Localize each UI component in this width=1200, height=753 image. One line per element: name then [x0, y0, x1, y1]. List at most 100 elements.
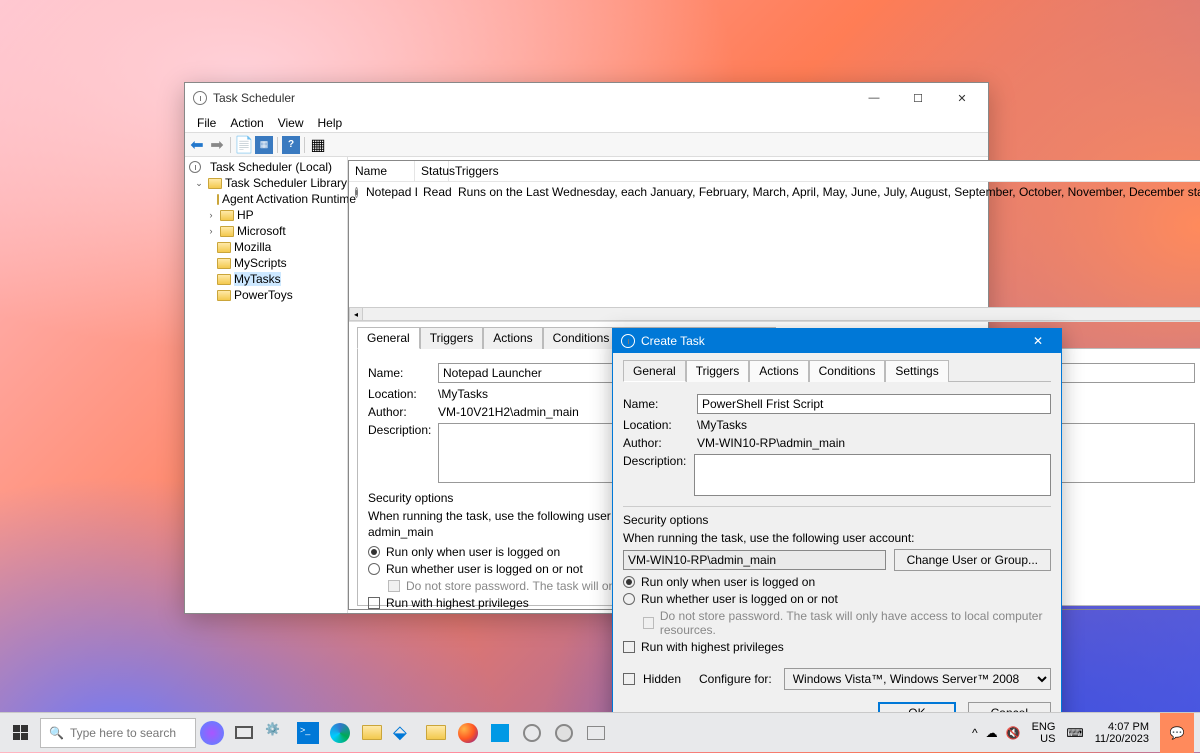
name-label: Name:: [368, 366, 430, 380]
dlg-name-label: Name:: [623, 397, 689, 411]
task-list[interactable]: Name Status Triggers Notepad La... Ready…: [349, 161, 1200, 321]
col-name[interactable]: Name: [349, 161, 415, 181]
menubar: File Action View Help: [185, 113, 988, 133]
dlg-description-label: Description:: [623, 454, 686, 468]
help-icon[interactable]: ?: [282, 136, 300, 154]
explorer-icon[interactable]: [356, 713, 388, 753]
search-input[interactable]: 🔍 Type here to search: [40, 718, 196, 748]
notification-icon[interactable]: 💬: [1160, 713, 1194, 753]
dlg-check-hidden[interactable]: [623, 673, 635, 685]
horizontal-scrollbar[interactable]: ◂▸: [349, 307, 1200, 321]
tree-folder[interactable]: Agent Activation Runtime: [185, 191, 347, 207]
dlg-tab-conditions[interactable]: Conditions: [809, 360, 886, 382]
col-triggers[interactable]: Triggers: [449, 161, 1200, 181]
dlg-configure-label: Configure for:: [699, 672, 772, 686]
tab-actions[interactable]: Actions: [483, 327, 542, 349]
tree-folder[interactable]: MyScripts: [185, 255, 347, 271]
taskbar[interactable]: 🔍 Type here to search ⚙️ >_ ⬙ ^ ☁ 🔇 ENGU…: [0, 712, 1200, 752]
onedrive-icon[interactable]: ☁: [986, 726, 998, 740]
folder-icon[interactable]: [420, 713, 452, 753]
dlg-tab-actions[interactable]: Actions: [749, 360, 808, 382]
create-task-dialog: Create Task ✕ General Triggers Actions C…: [612, 328, 1062, 735]
dialog-tabs: General Triggers Actions Conditions Sett…: [623, 359, 1051, 382]
forward-icon[interactable]: ➡: [208, 136, 226, 154]
back-icon[interactable]: ⬅: [188, 136, 206, 154]
author-label: Author:: [368, 405, 430, 419]
toolbar: ⬅ ➡ 📄 ▦ ? ▦: [185, 133, 988, 157]
dlg-tab-triggers[interactable]: Triggers: [686, 360, 750, 382]
clock[interactable]: 4:07 PM11/20/2023: [1092, 721, 1152, 745]
dlg-security-header: Security options: [623, 513, 1051, 527]
task-view-icon[interactable]: [228, 713, 260, 753]
tree-pane[interactable]: Task Scheduler (Local) ⌄Task Scheduler L…: [185, 157, 348, 613]
minimize-button[interactable]: —: [852, 83, 896, 113]
dialog-title: Create Task: [641, 334, 705, 348]
dlg-running-text: When running the task, use the following…: [623, 531, 1051, 545]
language-indicator[interactable]: ENGUS: [1029, 721, 1059, 745]
extra-icon[interactable]: ▦: [309, 136, 327, 154]
list-header[interactable]: Name Status Triggers: [349, 161, 1200, 182]
dialog-icon: [621, 334, 635, 348]
description-label: Description:: [368, 423, 430, 437]
dlg-radio-logged-on-or-not[interactable]: Run whether user is logged on or not: [623, 592, 1051, 606]
dlg-author-label: Author:: [623, 436, 689, 450]
window-title: Task Scheduler: [213, 91, 295, 105]
dlg-check-no-store: Do not store password. The task will onl…: [623, 609, 1051, 637]
tree-root[interactable]: Task Scheduler (Local): [185, 159, 347, 175]
dlg-tab-settings[interactable]: Settings: [885, 360, 948, 382]
dlg-check-highest[interactable]: Run with highest privileges: [623, 640, 1051, 654]
system-tray[interactable]: ^ ☁ 🔇 ENGUS ⌨ 4:07 PM11/20/2023 💬: [972, 713, 1200, 753]
terminal-icon[interactable]: >_: [292, 713, 324, 753]
scheduler-icon[interactable]: [548, 713, 580, 753]
menu-help[interactable]: Help: [312, 114, 349, 132]
start-button[interactable]: [0, 713, 40, 753]
dlg-location-value: \MyTasks: [697, 418, 747, 432]
titlebar[interactable]: Task Scheduler — ☐ ✕: [185, 83, 988, 113]
tab-triggers[interactable]: Triggers: [420, 327, 484, 349]
dlg-tab-general[interactable]: General: [623, 360, 686, 382]
location-value: \MyTasks: [438, 387, 488, 401]
tree-folder[interactable]: PowerToys: [185, 287, 347, 303]
tree-folder[interactable]: Mozilla: [185, 239, 347, 255]
dlg-configure-combo[interactable]: Windows Vista™, Windows Server™ 2008: [784, 668, 1051, 690]
tab-conditions[interactable]: Conditions: [543, 327, 620, 349]
vscode-icon[interactable]: ⬙: [388, 713, 420, 753]
app-icon[interactable]: [580, 713, 612, 753]
tree-folder[interactable]: ›Microsoft: [185, 223, 347, 239]
clock-icon[interactable]: [516, 713, 548, 753]
settings-icon[interactable]: ⚙️: [260, 713, 292, 753]
close-button[interactable]: ✕: [940, 83, 984, 113]
change-user-button[interactable]: Change User or Group...: [894, 549, 1051, 571]
volume-icon[interactable]: 🔇: [1006, 726, 1021, 740]
tree-folder[interactable]: ›HP: [185, 207, 347, 223]
dlg-description-input[interactable]: [694, 454, 1051, 496]
tree-folder-selected[interactable]: MyTasks: [185, 271, 347, 287]
scroll-left-icon: ◂: [349, 307, 363, 321]
tray-chevron-icon[interactable]: ^: [972, 726, 978, 740]
col-status[interactable]: Status: [415, 161, 449, 181]
search-placeholder: Type here to search: [70, 726, 176, 740]
dlg-name-input[interactable]: [697, 394, 1051, 414]
search-icon: 🔍: [49, 726, 64, 740]
dialog-close-button[interactable]: ✕: [1023, 334, 1053, 348]
dialog-titlebar[interactable]: Create Task ✕: [613, 329, 1061, 353]
tab-general[interactable]: General: [357, 327, 420, 349]
tree-library[interactable]: ⌄Task Scheduler Library: [185, 175, 347, 191]
dlg-author-value: VM-WIN10-RP\admin_main: [697, 436, 845, 450]
edge-icon[interactable]: [324, 713, 356, 753]
menu-action[interactable]: Action: [224, 114, 269, 132]
dlg-user-box: VM-WIN10-RP\admin_main: [623, 550, 886, 570]
location-label: Location:: [368, 387, 430, 401]
cortana-icon[interactable]: [196, 713, 228, 753]
photos-icon[interactable]: [484, 713, 516, 753]
scope-icon[interactable]: 📄: [235, 136, 253, 154]
dlg-location-label: Location:: [623, 418, 689, 432]
firefox-icon[interactable]: [452, 713, 484, 753]
dlg-radio-logged-on[interactable]: Run only when user is logged on: [623, 575, 1051, 589]
menu-file[interactable]: File: [191, 114, 222, 132]
menu-view[interactable]: View: [272, 114, 310, 132]
refresh-icon[interactable]: ▦: [255, 136, 273, 154]
keyboard-icon[interactable]: ⌨: [1066, 726, 1083, 740]
maximize-button[interactable]: ☐: [896, 83, 940, 113]
table-row[interactable]: Notepad La... Ready Runs on the Last Wed…: [349, 182, 1200, 202]
